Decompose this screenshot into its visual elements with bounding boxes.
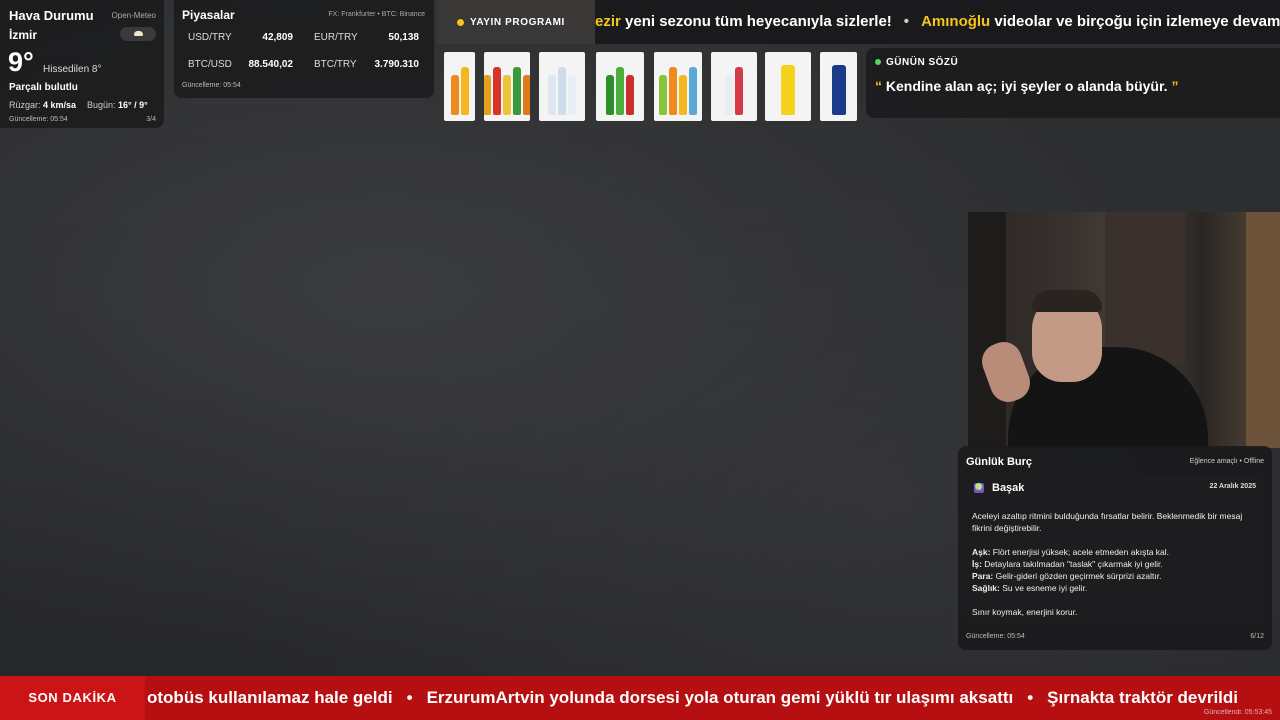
- weather-title: Hava Durumu: [9, 8, 94, 23]
- live-dot-icon: [457, 18, 464, 26]
- quote-tag: GÜNÜN SÖZÜ: [875, 57, 958, 68]
- weather-city: İzmir: [9, 28, 38, 42]
- quote-text: “ Kendine alan aç; iyi şeyler o alanda b…: [875, 78, 1179, 94]
- horoscope-money: Para: Gelir-gideri gözden geçirmek sürpr…: [972, 571, 1162, 581]
- horoscope-page-indicator: 6/12: [1250, 633, 1264, 640]
- horoscope-health: Sağlık: Su ve esneme iyi gelir.: [972, 583, 1088, 593]
- markets-widget: Piyasalar FX: Frankfurter • BTC: Binance…: [174, 0, 434, 98]
- live-dot-icon: [875, 59, 881, 65]
- weather-widget: Hava Durumu Open-Meteo İzmir 9° Hissedil…: [0, 0, 164, 128]
- weather-condition: Parçalı bulutlu: [9, 82, 78, 93]
- orange-soda-product: [444, 52, 475, 121]
- water-bottles-product: [539, 52, 585, 121]
- fruit-soda-pack-product: [654, 52, 702, 121]
- horoscope-updated: Güncelleme: 05:54: [966, 633, 1025, 640]
- markets-title: Piyasalar: [182, 8, 235, 22]
- horoscope-closing: Sınır koymak, enerjini korur.: [972, 607, 1078, 617]
- horoscope-card: ♍ Başak 22 Aralık 2025 Aceleyi azaltıp r…: [966, 476, 1264, 624]
- weather-feels-like: Hissedilen 8°: [43, 64, 102, 75]
- breaking-news-bar: SON DAKİKA otobüs kullanılamaz hale geld…: [0, 676, 1280, 720]
- lime-soda-pack-product: [596, 52, 644, 121]
- webcam-feed: [968, 212, 1280, 448]
- quote-of-the-day: GÜNÜN SÖZÜ “ Kendine alan aç; iyi şeyler…: [866, 48, 1280, 118]
- sparkling-water-product: [711, 52, 757, 121]
- horoscope-sign: Başak: [992, 482, 1025, 494]
- horoscope-date: 22 Aralık 2025: [1209, 483, 1256, 490]
- weather-updated: Güncelleme: 05:54: [9, 116, 68, 123]
- breaking-news-ticker: otobüs kullanılamaz hale geldi • ErzurumAr…: [147, 688, 1239, 707]
- mixed-soda-pack-product: [484, 52, 530, 121]
- lemon-soda-product: [765, 52, 811, 121]
- horoscope-love: Aşk: Flört enerjisi yüksek; acele etmede…: [972, 547, 1170, 557]
- daily-horoscope-widget: Günlük Burç Eğlence amaçlı • Offline ♍ B…: [958, 446, 1272, 650]
- horoscope-work: İş: Detaylara takılmadan "taslak" çıkarm…: [972, 559, 1163, 569]
- breaking-news-label: SON DAKİKA: [0, 676, 145, 720]
- weather-source: Open-Meteo: [111, 11, 156, 20]
- horoscope-body: Aceleyi azaltıp ritmini bulduğunda fırsa…: [972, 510, 1260, 618]
- markets-source: FX: Frankfurter • BTC: Binance: [328, 11, 425, 18]
- weather-page-indicator: 3/4: [146, 116, 156, 123]
- horoscope-title: Günlük Burç: [966, 456, 1033, 468]
- horoscope-intro: Aceleyi azaltıp ritmini bulduğunda fırsa…: [972, 511, 1243, 533]
- breaking-updated: Güncellendi: 05:53:45: [1203, 709, 1272, 716]
- program-ticker-bar: YAYIN PROGRAMI ezir yeni sezonu tüm heye…: [437, 0, 1280, 44]
- weather-today-range: Bugün: 16° / 9°: [87, 100, 148, 110]
- horoscope-meta: Eğlence amaçlı • Offline: [1189, 458, 1264, 465]
- partly-cloudy-icon: [120, 27, 156, 41]
- weather-wind: Rüzgar: 4 km/sa: [9, 100, 77, 110]
- markets-updated: Güncelleme: 05:54: [182, 82, 241, 89]
- energy-drink-can-product: [820, 52, 857, 121]
- virgo-icon: ♍: [974, 483, 984, 493]
- program-badge: YAYIN PROGRAMI: [437, 0, 595, 44]
- program-ticker: ezir yeni sezonu tüm heyecanıyla sizlerl…: [595, 13, 1280, 30]
- weather-temperature: 9°: [8, 47, 34, 77]
